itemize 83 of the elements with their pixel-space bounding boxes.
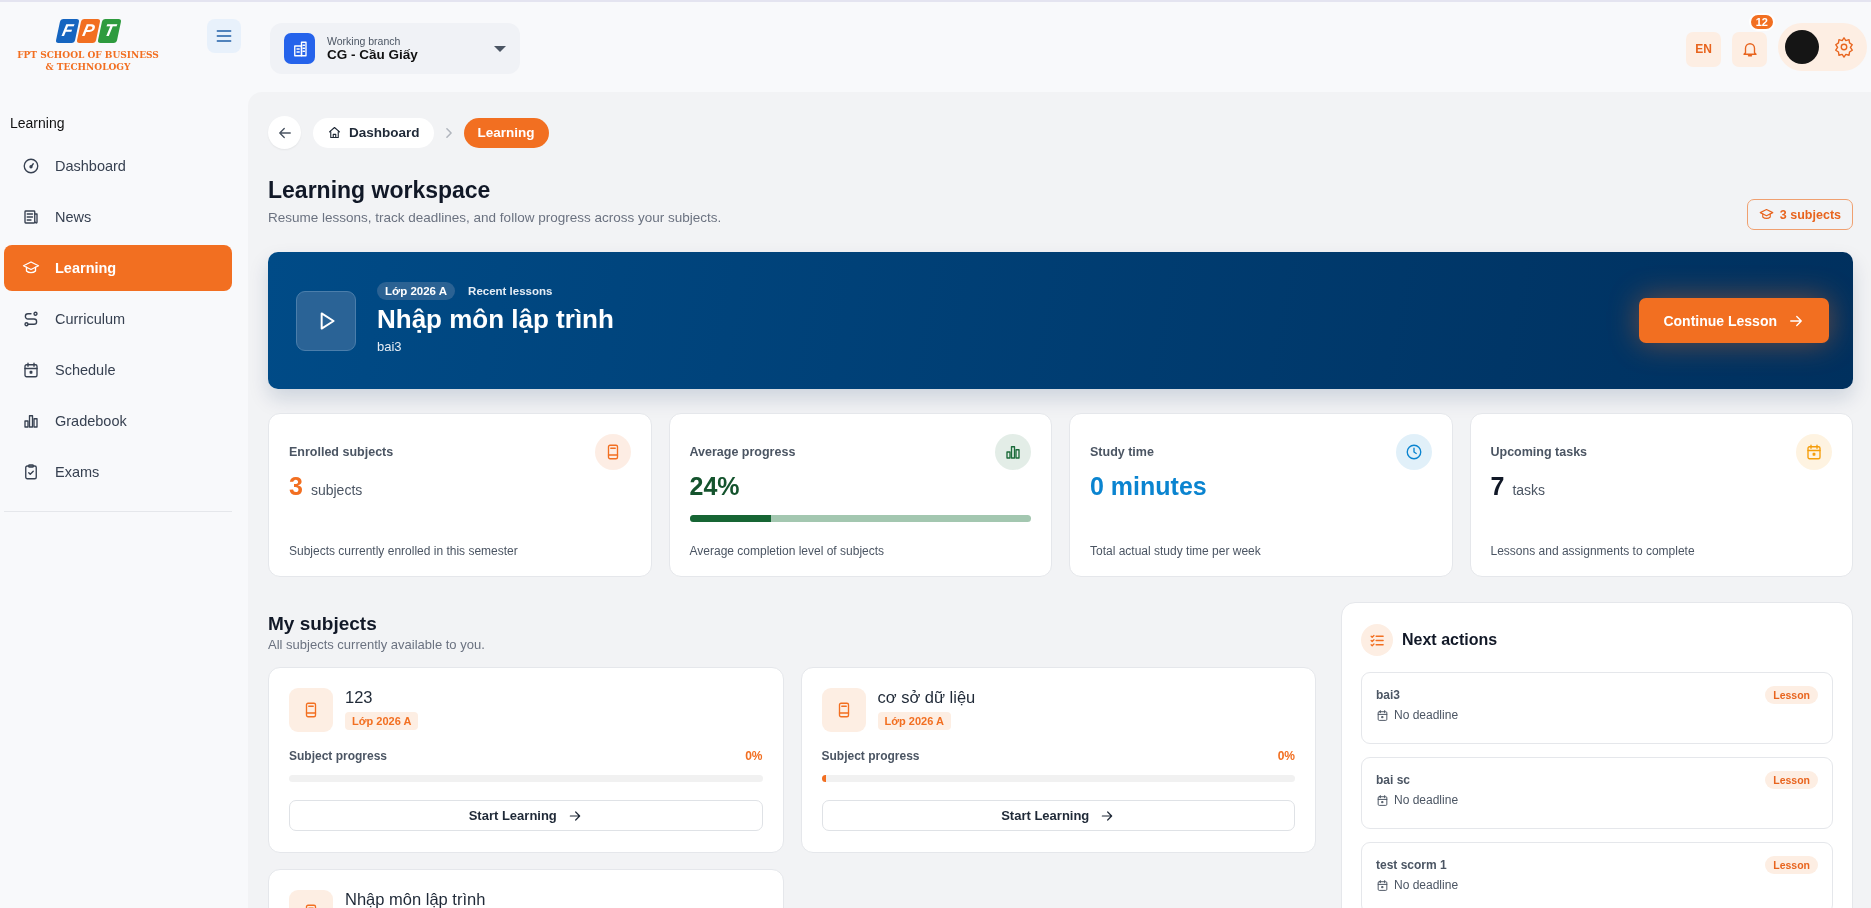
menu-button[interactable] bbox=[207, 19, 241, 53]
section-label: Recent lessons bbox=[468, 284, 553, 297]
caret-icon bbox=[494, 45, 506, 52]
gauge-icon bbox=[22, 157, 40, 175]
type-tag: Lesson bbox=[1765, 856, 1818, 874]
action-item[interactable]: bai sc Lesson No deadline bbox=[1361, 757, 1833, 829]
section-subtitle: All subjects currently available to you. bbox=[268, 637, 486, 652]
stat-value: 0 minutes bbox=[1090, 472, 1207, 501]
panel-title: Next actions bbox=[1402, 631, 1498, 649]
bar-chart-icon bbox=[22, 412, 40, 430]
breadcrumb-link[interactable]: Dashboard bbox=[313, 117, 434, 148]
calendar-icon bbox=[1376, 878, 1389, 892]
route-icon bbox=[22, 310, 40, 328]
action-item[interactable]: test scorm 1 Lesson No deadline bbox=[1361, 842, 1833, 908]
start-learning-button[interactable]: Start Learning bbox=[289, 800, 763, 831]
deadline-text: No deadline bbox=[1394, 793, 1459, 807]
stat-label: Upcoming tasks bbox=[1490, 445, 1588, 459]
action-title: bai3 bbox=[1376, 688, 1400, 702]
branch-selector[interactable]: Working branch CG - Cầu Giấy bbox=[270, 23, 520, 74]
subject-name: Nhập môn lập trình bbox=[345, 890, 486, 908]
stat-label: Study time bbox=[1090, 445, 1154, 459]
user-menu[interactable] bbox=[1778, 23, 1867, 71]
calendar-icon bbox=[1376, 793, 1389, 807]
notifications-button[interactable] bbox=[1732, 31, 1767, 67]
progress-label: Subject progress bbox=[289, 749, 388, 763]
subject-name: cơ sở dữ liệu bbox=[877, 688, 976, 707]
page-title: Learning workspace bbox=[268, 177, 492, 204]
stat-unit: tasks bbox=[1512, 482, 1546, 498]
calendar-icon bbox=[1376, 708, 1389, 722]
home-icon bbox=[327, 125, 342, 140]
progress-percent: 0% bbox=[1277, 749, 1295, 763]
back-button[interactable] bbox=[268, 116, 301, 149]
clipboard-check-icon bbox=[22, 463, 40, 481]
class-tag: Lớp 2026 A bbox=[377, 281, 456, 300]
sidebar-item[interactable]: News bbox=[4, 194, 232, 240]
lesson-name: bai3 bbox=[377, 338, 403, 354]
clock-icon bbox=[1404, 443, 1423, 461]
calendar-icon bbox=[22, 361, 40, 379]
section-title: My subjects bbox=[268, 613, 378, 635]
stat-unit: subjects bbox=[310, 482, 363, 498]
branch-label: Working branch bbox=[327, 35, 402, 47]
newspaper-icon bbox=[22, 208, 40, 226]
sidebar-item[interactable]: Dashboard bbox=[4, 143, 232, 189]
stat-caption: Lessons and assignments to complete bbox=[1490, 544, 1696, 558]
stat-value: 7 bbox=[1490, 472, 1505, 501]
bar-chart-icon bbox=[1004, 443, 1022, 461]
bell-icon bbox=[1740, 40, 1759, 58]
school-logo: F P T FPT SCHOOL OF BUSINESS & TECHNOLOGY bbox=[16, 19, 160, 73]
stat-value: 24% bbox=[689, 472, 740, 501]
stat-caption: Total actual study time per week bbox=[1090, 544, 1262, 558]
action-title: bai sc bbox=[1376, 773, 1411, 787]
sidebar-item[interactable]: Exams bbox=[4, 449, 232, 495]
deadline-text: No deadline bbox=[1394, 878, 1459, 892]
progress-percent: 0% bbox=[745, 749, 763, 763]
type-tag: Lesson bbox=[1765, 686, 1818, 704]
notification-count: 12 bbox=[1748, 12, 1775, 31]
settings-icon bbox=[1833, 36, 1855, 58]
subject-name: 123 bbox=[345, 688, 373, 707]
chevron-right-icon bbox=[445, 127, 452, 138]
branch-value: CG - Cầu Giấy bbox=[327, 47, 419, 62]
type-tag: Lesson bbox=[1765, 771, 1818, 789]
progress-label: Subject progress bbox=[821, 749, 920, 763]
lesson-subject-title: Nhập môn lập trình bbox=[377, 303, 615, 335]
graduation-cap-icon bbox=[1758, 207, 1774, 222]
stat-label: Average progress bbox=[689, 445, 796, 459]
deadline-text: No deadline bbox=[1394, 708, 1459, 722]
action-title: test scorm 1 bbox=[1376, 858, 1447, 872]
avatar bbox=[1785, 30, 1819, 64]
stat-label: Enrolled subjects bbox=[289, 445, 394, 459]
sidebar-item[interactable]: Gradebook bbox=[4, 398, 232, 444]
stat-caption: Average completion level of subjects bbox=[689, 544, 886, 558]
stat-caption: Subjects currently enrolled in this semester bbox=[289, 544, 519, 558]
page-subtitle: Resume lessons, track deadlines, and follow progress across your subjects. bbox=[268, 210, 722, 225]
sidebar-item[interactable]: Curriculum bbox=[4, 296, 232, 342]
start-learning-button[interactable]: Start Learning bbox=[821, 800, 1295, 831]
stat-value: 3 bbox=[289, 472, 303, 501]
action-item[interactable]: bai3 Lesson No deadline bbox=[1361, 672, 1833, 744]
sidebar-item[interactable]: Schedule bbox=[4, 347, 232, 393]
calendar-icon bbox=[1805, 443, 1823, 461]
play-button[interactable] bbox=[296, 290, 356, 351]
class-tag: Lớp 2026 A bbox=[877, 712, 951, 730]
class-tag: Lớp 2026 A bbox=[345, 712, 419, 730]
sidebar-section-title: Learning bbox=[9, 114, 66, 133]
